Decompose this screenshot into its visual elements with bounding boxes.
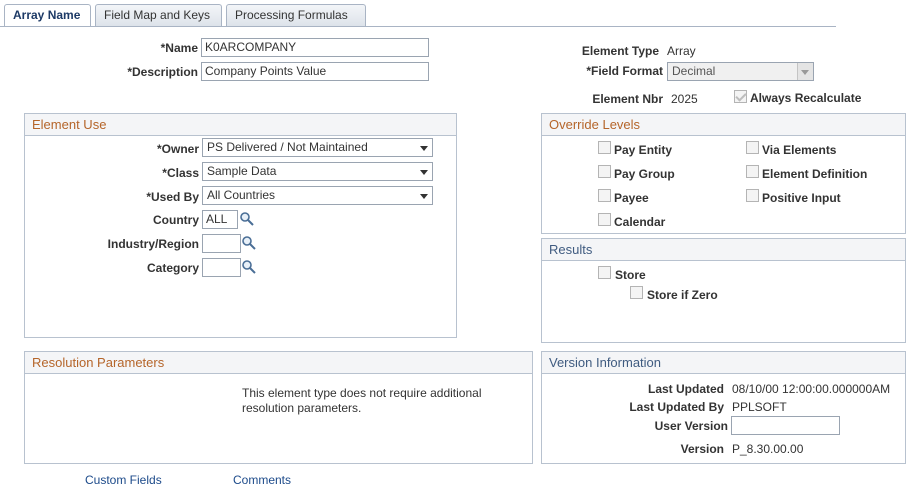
calendar-checkbox[interactable] [598,213,611,226]
industry-region-field[interactable] [202,234,241,253]
pay-entity-checkbox[interactable] [598,141,611,154]
last-updated-value: 08/10/00 12:00:00.000000AM [732,382,891,396]
element-use-title: Element Use [25,114,456,136]
element-nbr-value: 2025 [671,92,698,106]
comments-link[interactable]: Comments [233,473,291,487]
payee-label: Payee [614,191,649,205]
store-label: Store [615,268,646,282]
country-label: Country [153,213,199,227]
owner-select[interactable]: PS Delivered / Not Maintained [202,138,433,157]
resolution-parameters-title: Resolution Parameters [25,352,532,374]
via-elements-label: Via Elements [762,143,837,157]
field-format-value: Decimal [672,64,716,78]
positive-input-label: Positive Input [762,191,841,205]
chevron-down-icon [420,146,428,151]
element-type-value: Array [667,44,696,58]
last-updated-by-value: PPLSOFT [732,400,787,414]
owner-label: *Owner [156,142,199,156]
class-value: Sample Data [207,164,277,178]
used-by-value: All Countries [207,188,276,202]
country-lookup-search-icon[interactable] [239,211,255,227]
element-nbr-label: Element Nbr [592,92,663,106]
version-information-title: Version Information [542,352,905,374]
always-recalculate-checkbox[interactable] [734,90,747,103]
via-elements-checkbox[interactable] [746,141,759,154]
description-label: *Description [127,65,198,79]
element-definition-label: Element Definition [762,167,868,181]
always-recalculate-label: Always Recalculate [750,91,862,105]
category-lookup-search-icon[interactable] [241,259,257,275]
payee-checkbox[interactable] [598,189,611,202]
last-updated-label: Last Updated [647,382,724,396]
industry-region-label: Industry/Region [107,237,199,251]
user-version-field[interactable] [731,416,840,435]
country-field[interactable]: ALL [202,210,238,229]
field-format-label: *Field Format [586,64,663,78]
results-title: Results [542,239,905,261]
used-by-label: *Used By [146,190,199,204]
tab-field-map-and-keys[interactable]: Field Map and Keys [95,4,222,26]
tab-processing-formulas[interactable]: Processing Formulas [226,4,366,26]
override-levels-title: Override Levels [542,114,905,136]
version-label: Version [680,442,724,456]
class-label: *Class [162,166,199,180]
element-definition-checkbox[interactable] [746,165,759,178]
name-label: *Name [160,41,198,55]
chevron-down-icon [801,70,809,75]
results-group: Results [541,238,906,343]
last-updated-by-label: Last Updated By [629,400,724,414]
pay-group-checkbox[interactable] [598,165,611,178]
tab-divider [0,26,836,27]
store-if-zero-label: Store if Zero [647,288,718,302]
tab-array-name[interactable]: Array Name [4,4,91,27]
pay-entity-label: Pay Entity [614,143,673,157]
category-field[interactable] [202,258,241,277]
chevron-down-icon [420,194,428,199]
used-by-select[interactable]: All Countries [202,186,433,205]
user-version-label: User Version [654,419,728,433]
calendar-label: Calendar [614,215,666,229]
positive-input-checkbox[interactable] [746,189,759,202]
chevron-down-icon [420,170,428,175]
class-select[interactable]: Sample Data [202,162,433,181]
industry-region-lookup-search-icon[interactable] [241,235,257,251]
category-label: Category [146,261,199,275]
field-format-select[interactable]: Decimal [667,62,814,81]
pay-group-label: Pay Group [614,167,675,181]
owner-value: PS Delivered / Not Maintained [207,140,368,154]
version-value: P_8.30.00.00 [732,442,804,456]
resolution-message-line2: resolution parameters. [242,401,362,415]
resolution-message-line1: This element type does not require addit… [242,386,482,400]
name-field[interactable]: K0ARCOMPANY [201,38,429,57]
custom-fields-link[interactable]: Custom Fields [85,473,162,487]
element-type-label: Element Type [581,44,659,58]
store-checkbox[interactable] [598,266,611,279]
store-if-zero-checkbox[interactable] [630,286,643,299]
description-field[interactable]: Company Points Value [201,62,429,81]
